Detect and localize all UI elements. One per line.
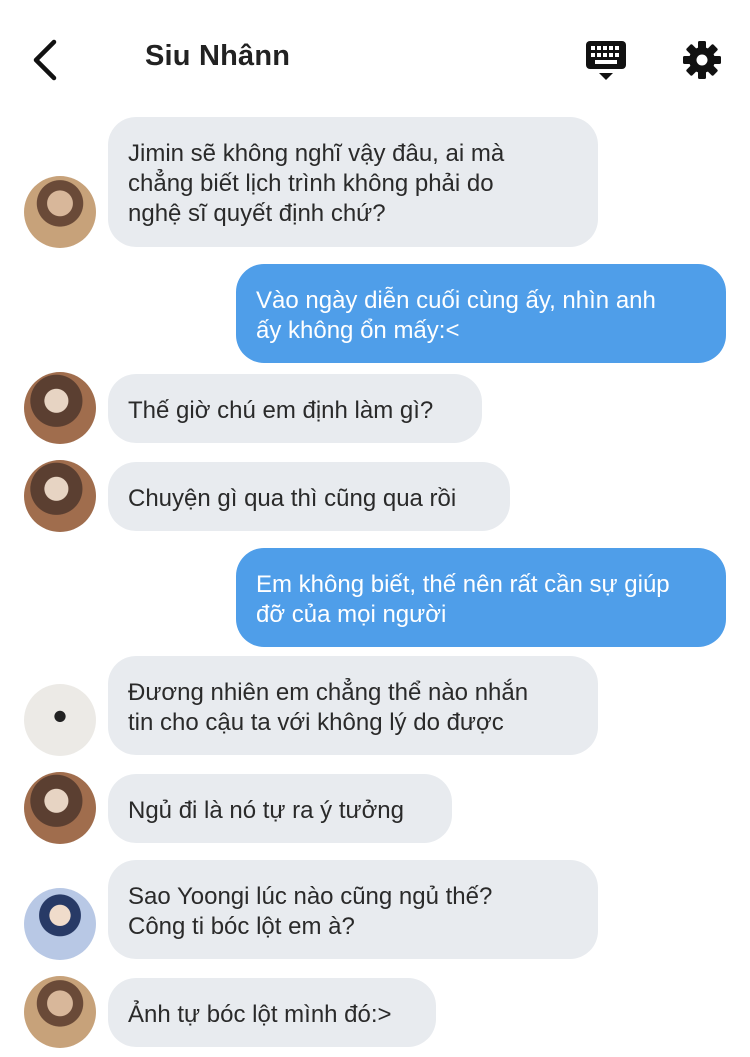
avatar[interactable] [24,372,96,444]
keyboard-button[interactable] [584,38,628,82]
settings-button[interactable] [680,38,724,82]
message-bubble[interactable]: Em không biết, thế nên rất cần sự giúp đ… [236,548,726,647]
message-bubble[interactable]: Sao Yoongi lúc nào cũng ngủ thế? Công ti… [108,860,598,959]
message-bubble[interactable]: Đương nhiên em chẳng thể nào nhắn tin ch… [108,656,598,755]
avatar[interactable] [24,888,96,960]
chevron-left-icon [33,39,57,81]
back-button[interactable] [28,38,64,82]
avatar[interactable] [24,176,96,248]
avatar[interactable] [24,460,96,532]
message-bubble[interactable]: Thế giờ chú em định làm gì? [108,374,482,443]
message-bubble[interactable]: Chuyện gì qua thì cũng qua rồi [108,462,510,531]
chat-header: Siu Nhânn [0,0,750,118]
avatar[interactable] [24,772,96,844]
avatar[interactable] [24,976,96,1048]
keyboard-icon [586,41,626,80]
chat-title: Siu Nhânn [145,40,291,72]
message-bubble[interactable]: Vào ngày diễn cuối cùng ấy, nhìn anh ấy … [236,264,726,363]
message-bubble[interactable]: Ngủ đi là nó tự ra ý tưởng [108,774,452,843]
gear-icon [683,41,721,79]
message-bubble[interactable]: Jimin sẽ không nghĩ vậy đâu, ai mà chẳng… [108,117,598,247]
message-bubble[interactable]: Ảnh tự bóc lột mình đó:> [108,978,436,1047]
avatar[interactable] [24,684,96,756]
